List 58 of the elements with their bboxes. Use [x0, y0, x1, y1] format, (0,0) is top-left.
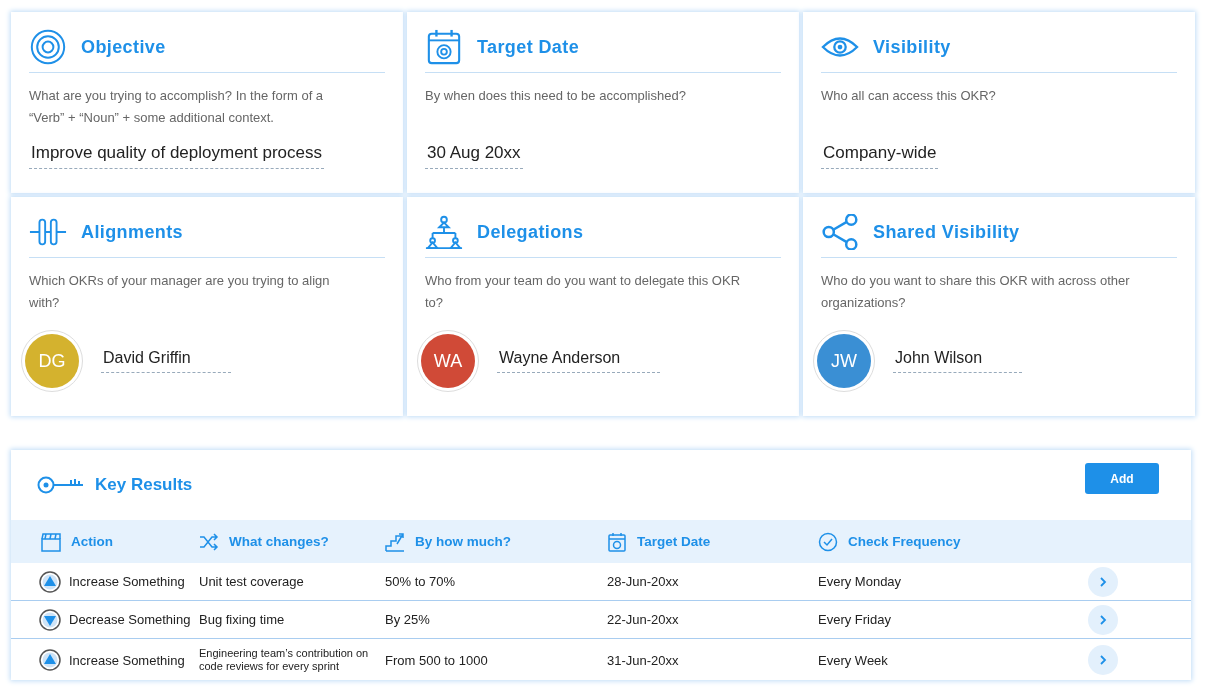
answer-field[interactable]: 30 Aug 20xx — [425, 143, 523, 169]
target-icon — [29, 29, 67, 65]
table-cell: Bug fixing time — [199, 612, 285, 627]
steps-chart-icon — [385, 531, 405, 552]
chevron-right-icon — [1097, 575, 1109, 588]
chevron-button[interactable] — [1088, 604, 1118, 635]
question-text: What are you trying to accomplish? In the form of a “Verb” + “Noun” + some additional context. — [29, 87, 325, 127]
table-cell: By 25% — [385, 612, 430, 627]
table-cell: Increase Something — [69, 574, 185, 589]
table-cell: Every Week — [818, 652, 888, 668]
column-header: What changes? — [229, 534, 329, 549]
question-text: Who do you want to share this OKR with across other organizations? — [821, 272, 1131, 312]
table-cell: From 500 to 1000 — [385, 652, 488, 668]
check-circle-icon — [818, 531, 838, 552]
card-title: Target Date — [477, 36, 580, 58]
answer-field[interactable]: Company-wide — [821, 143, 939, 169]
column-header: Target Date — [637, 534, 711, 549]
chevron-button[interactable] — [1088, 566, 1118, 597]
calendar-icon — [425, 29, 463, 65]
clapperboard-icon — [41, 531, 61, 552]
share-icon — [821, 214, 859, 250]
column-header: Check Frequency — [848, 534, 961, 549]
card-title: Objective — [81, 36, 166, 58]
chevron-right-icon — [1097, 613, 1109, 626]
section-title: Key Results — [95, 475, 193, 495]
column-header: Action — [71, 534, 113, 549]
table-cell: Decrease Something — [69, 612, 191, 627]
chevron-button[interactable] — [1088, 645, 1118, 675]
table-cell-text: Engineering team’s contribution on code reviews for every sprint — [199, 647, 370, 673]
person-field[interactable]: Wayne Anderson — [497, 349, 661, 373]
card-title: Visibility — [873, 36, 951, 58]
column-header: By how much? — [415, 534, 511, 549]
question-text: Who all can access this OKR? — [821, 87, 997, 105]
table-cell: Every Friday — [818, 612, 891, 627]
answer-field[interactable]: Improve quality of deployment process — [29, 143, 325, 169]
person-field[interactable]: David Griffin — [101, 349, 231, 373]
person-field[interactable]: John Wilson — [893, 349, 1023, 373]
table-cell: 28-Jun-20xx — [607, 574, 679, 589]
card-title: Delegations — [477, 221, 584, 243]
shuffle-icon — [199, 531, 219, 552]
calendar-icon — [607, 531, 627, 552]
question-text: By when does this need to be accomplished? — [425, 87, 687, 105]
question-text: Who from your team do you want to delegate this OKR to? — [425, 272, 742, 312]
avatar: WA — [421, 334, 475, 388]
question-text: Which OKRs of your manager are you trying to align with? — [29, 272, 331, 312]
avatar: DG — [25, 334, 79, 388]
chevron-right-icon — [1097, 654, 1109, 666]
table-cell: Increase Something — [69, 652, 185, 668]
table-cell: 22-Jun-20xx — [607, 612, 679, 627]
hierarchy-icon — [425, 214, 463, 250]
table-cell: 50% to 70% — [385, 574, 456, 589]
avatar: JW — [817, 334, 871, 388]
table-cell: Unit test coverage — [199, 574, 304, 589]
card-title: Alignments — [81, 221, 183, 243]
table-cell: Every Monday — [818, 574, 902, 589]
card-title: Shared Visibility — [873, 221, 1020, 243]
table-cell: 31-Jun-20xx — [607, 652, 679, 668]
key-icon — [37, 475, 85, 495]
